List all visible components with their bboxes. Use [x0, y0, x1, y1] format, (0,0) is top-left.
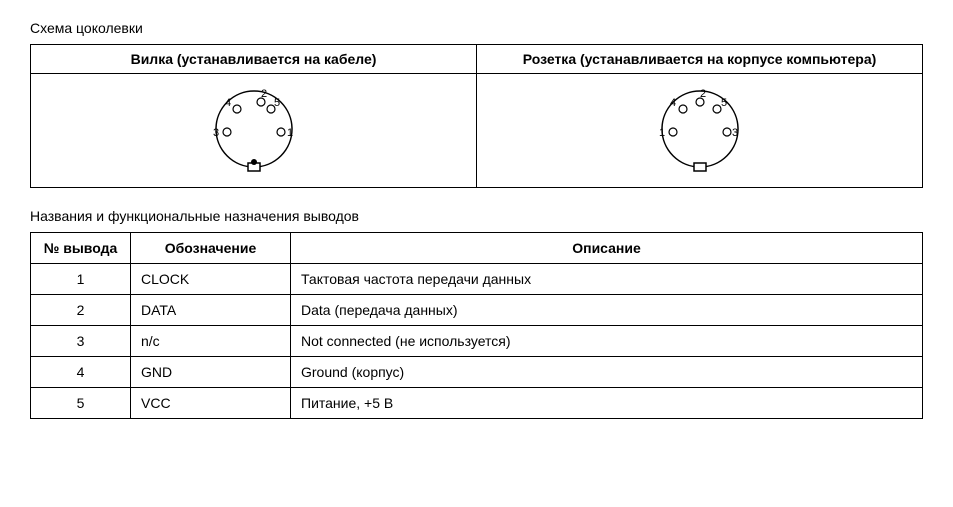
- pin-number: 5: [31, 388, 131, 419]
- svg-text:1: 1: [659, 127, 665, 139]
- pin-description: Data (передача данных): [291, 295, 923, 326]
- pin-description: Питание, +5 В: [291, 388, 923, 419]
- pin-number: 1: [31, 264, 131, 295]
- svg-text:3: 3: [213, 127, 219, 139]
- section-title-pins: Названия и функциональные назначения выв…: [30, 208, 923, 224]
- pin-description: Тактовая частота передачи данных: [291, 264, 923, 295]
- svg-text:3: 3: [732, 127, 738, 139]
- pin-table: № вывода Обозначение Описание 1CLOCKТакт…: [30, 232, 923, 419]
- pin-col-description-header: Описание: [291, 233, 923, 264]
- pin-number: 2: [31, 295, 131, 326]
- pin-designation: GND: [131, 357, 291, 388]
- pin-number: 4: [31, 357, 131, 388]
- pin-description: Ground (корпус): [291, 357, 923, 388]
- pin-designation: CLOCK: [131, 264, 291, 295]
- svg-text:5: 5: [274, 97, 280, 109]
- table-row: 5VCCПитание, +5 В: [31, 388, 923, 419]
- svg-text:2: 2: [261, 88, 267, 100]
- male-connector-svg: 1 2 3 4 5: [199, 84, 309, 174]
- pin-number: 3: [31, 326, 131, 357]
- pin-col-number-header: № вывода: [31, 233, 131, 264]
- table-row: 2DATAData (передача данных): [31, 295, 923, 326]
- male-connector-cell: 1 2 3 4 5: [31, 74, 477, 188]
- pin-designation: DATA: [131, 295, 291, 326]
- female-connector-svg: 1 2 3 4 5: [645, 84, 755, 174]
- pin-col-designation-header: Обозначение: [131, 233, 291, 264]
- svg-text:4: 4: [225, 97, 231, 109]
- svg-text:4: 4: [670, 97, 676, 109]
- table-row: 1CLOCKТактовая частота передачи данных: [31, 264, 923, 295]
- connector-col2-header: Розетка (устанавливается на корпусе комп…: [477, 45, 923, 74]
- svg-text:2: 2: [700, 88, 706, 100]
- pin-description: Not connected (не используется): [291, 326, 923, 357]
- svg-text:1: 1: [287, 127, 293, 139]
- svg-text:5: 5: [721, 97, 727, 109]
- table-row: 3n/cNot connected (не используется): [31, 326, 923, 357]
- table-row: 4GNDGround (корпус): [31, 357, 923, 388]
- pin-designation: VCC: [131, 388, 291, 419]
- section-title-connector: Схема цоколевки: [30, 20, 923, 36]
- pin-designation: n/c: [131, 326, 291, 357]
- connector-col1-header: Вилка (устанавливается на кабеле): [31, 45, 477, 74]
- female-connector-cell: 1 2 3 4 5: [477, 74, 923, 188]
- connector-diagram-table: Вилка (устанавливается на кабеле) Розетк…: [30, 44, 923, 188]
